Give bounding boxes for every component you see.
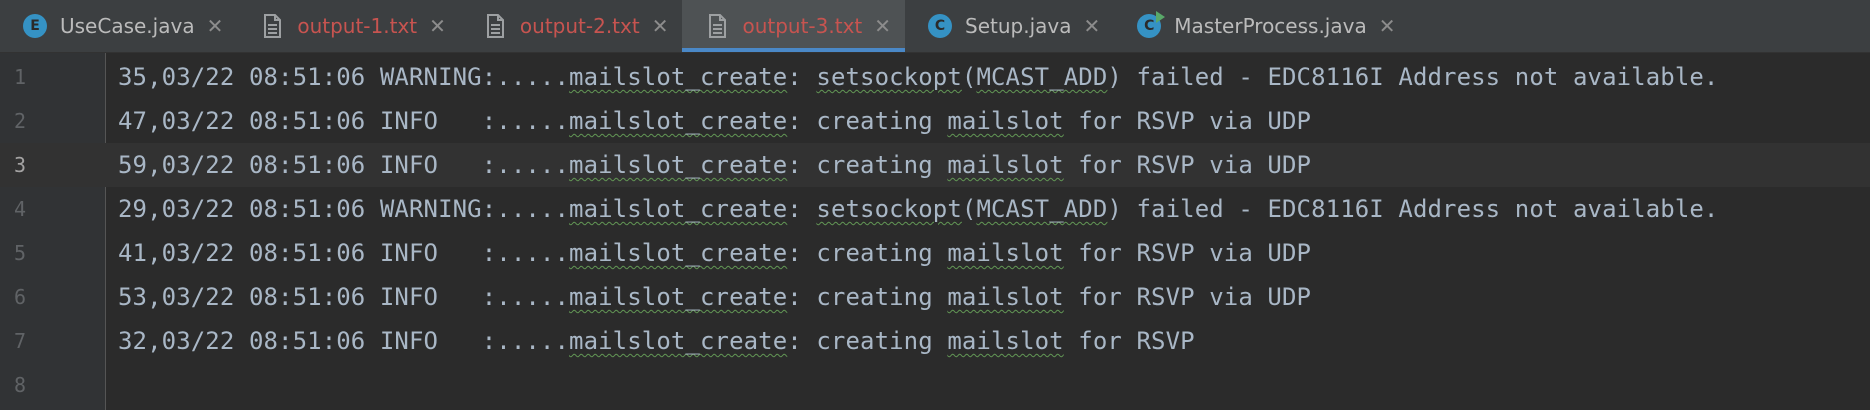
typo-highlighted-word: mailslot_create (569, 327, 788, 355)
java-class-icon: C (927, 13, 953, 39)
close-icon[interactable]: ✕ (1379, 16, 1396, 36)
close-icon[interactable]: ✕ (207, 16, 224, 36)
line-text: 41,03/22 08:51:06 INFO :.....mailslot_cr… (118, 239, 1311, 267)
line-number: 5 (14, 241, 27, 265)
tab-output-1-txt[interactable]: output-1.txt ✕ (237, 0, 460, 52)
editor-line[interactable]: 4 29,03/22 08:51:06 WARNING:.....mailslot… (0, 187, 1870, 231)
text-segment: ( (961, 63, 977, 91)
tab-label: output-3.txt (742, 14, 863, 38)
line-text: 32,03/22 08:51:06 INFO :.....mailslot_cr… (118, 327, 1195, 355)
text-segment: 41,03/22 08:51:06 INFO :..... (118, 239, 570, 267)
text-segment: for RSVP via UDP (1063, 283, 1312, 311)
text-file-icon (704, 13, 730, 39)
tab-label: Setup.java (965, 14, 1072, 38)
text-segment: ( (961, 195, 977, 223)
line-number: 1 (14, 65, 27, 89)
tab-label: output-2.txt (519, 14, 640, 38)
tab-masterprocess-java[interactable]: C MasterProcess.java ✕ (1114, 0, 1409, 52)
tab-label: output-1.txt (297, 14, 418, 38)
line-number: 3 (14, 153, 27, 177)
line-number: 6 (14, 285, 27, 309)
editor-line[interactable]: 2 47,03/22 08:51:06 INFO :.....mailslot_c… (0, 99, 1870, 143)
text-segment: 29,03/22 08:51:06 WARNING:..... (118, 195, 570, 223)
text-segment: for RSVP via UDP (1063, 239, 1312, 267)
close-icon[interactable]: ✕ (429, 16, 446, 36)
text-segment: : (787, 195, 817, 223)
line-text: 35,03/22 08:51:06 WARNING:.....mailslot_… (118, 63, 1718, 91)
line-text: 29,03/22 08:51:06 WARNING:.....mailslot_… (118, 195, 1718, 223)
text-file-icon (259, 13, 285, 39)
text-editor[interactable]: 1 35,03/22 08:51:06 WARNING:.....mailslot… (0, 53, 1870, 410)
line-text: 47,03/22 08:51:06 INFO :.....mailslot_cr… (118, 107, 1311, 135)
java-enum-icon: E (22, 13, 48, 39)
text-segment: : creating (787, 151, 948, 179)
close-icon[interactable]: ✕ (1084, 16, 1101, 36)
typo-highlighted-word: mailslot_create (569, 107, 788, 135)
editor-line[interactable]: 5 41,03/22 08:51:06 INFO :.....mailslot_c… (0, 231, 1870, 275)
text-segment: : creating (787, 327, 948, 355)
typo-highlighted-word: mailslot (947, 151, 1064, 179)
typo-highlighted-word: MCAST_ADD (976, 63, 1108, 91)
text-segment: 59,03/22 08:51:06 INFO :..... (118, 151, 570, 179)
text-segment: for RSVP via UDP (1063, 151, 1312, 179)
typo-highlighted-word: setsockopt (816, 195, 962, 223)
editor-tab-bar: E UseCase.java ✕ output-1.txt ✕ output-2.txt ✕… (0, 0, 1870, 53)
text-segment: 53,03/22 08:51:06 INFO :..... (118, 283, 570, 311)
typo-highlighted-word: mailslot_create (569, 151, 788, 179)
typo-highlighted-word: mailslot (947, 283, 1064, 311)
typo-highlighted-word: mailslot_create (569, 283, 788, 311)
text-segment: : creating (787, 239, 948, 267)
text-segment: 47,03/22 08:51:06 INFO :..... (118, 107, 570, 135)
typo-highlighted-word: mailslot_create (569, 195, 788, 223)
tab-label: MasterProcess.java (1174, 14, 1367, 38)
line-text: 59,03/22 08:51:06 INFO :.....mailslot_cr… (118, 151, 1311, 179)
tab-output-3-txt[interactable]: output-3.txt ✕ (682, 0, 906, 52)
typo-highlighted-word: mailslot (947, 239, 1064, 267)
tab-usecase-java[interactable]: E UseCase.java ✕ (0, 0, 237, 52)
text-segment: for RSVP via UDP (1063, 107, 1312, 135)
run-marker-icon (1156, 11, 1166, 23)
close-icon[interactable]: ✕ (874, 16, 891, 36)
tab-output-2-txt[interactable]: output-2.txt ✕ (460, 0, 683, 52)
line-text: 53,03/22 08:51:06 INFO :.....mailslot_cr… (118, 283, 1311, 311)
line-number: 7 (14, 329, 27, 353)
line-number: 8 (14, 373, 27, 397)
typo-highlighted-word: mailslot_create (569, 239, 788, 267)
editor-line[interactable]: 8 (0, 363, 1870, 407)
tab-setup-java[interactable]: C Setup.java ✕ (905, 0, 1114, 52)
typo-highlighted-word: mailslot (947, 107, 1064, 135)
text-segment: ) failed - EDC8116I Address not availabl… (1107, 63, 1719, 91)
text-segment: : (787, 63, 817, 91)
text-file-icon (482, 13, 508, 39)
text-segment: 32,03/22 08:51:06 INFO :..... (118, 327, 570, 355)
text-segment: 35,03/22 08:51:06 WARNING:..... (118, 63, 570, 91)
editor-line[interactable]: 7 32,03/22 08:51:06 INFO :.....mailslot_c… (0, 319, 1870, 363)
typo-highlighted-word: MCAST_ADD (976, 195, 1108, 223)
text-segment: ) failed - EDC8116I Address not availabl… (1107, 195, 1719, 223)
java-runnable-class-icon: C (1136, 11, 1166, 39)
close-icon[interactable]: ✕ (652, 16, 669, 36)
typo-highlighted-word: mailslot_create (569, 63, 788, 91)
editor-line[interactable]: 1 35,03/22 08:51:06 WARNING:.....mailslot… (0, 55, 1870, 99)
typo-highlighted-word: mailslot (947, 327, 1064, 355)
text-segment: : creating (787, 283, 948, 311)
line-number: 2 (14, 109, 27, 133)
editor-line[interactable]: 6 53,03/22 08:51:06 INFO :.....mailslot_c… (0, 275, 1870, 319)
text-segment: for RSVP (1063, 327, 1195, 355)
typo-highlighted-word: setsockopt (816, 63, 962, 91)
text-segment: : creating (787, 107, 948, 135)
tab-label: UseCase.java (60, 14, 195, 38)
editor-line[interactable]: 3 59,03/22 08:51:06 INFO :.....mailslot_c… (0, 143, 1870, 187)
line-number: 4 (14, 197, 27, 221)
